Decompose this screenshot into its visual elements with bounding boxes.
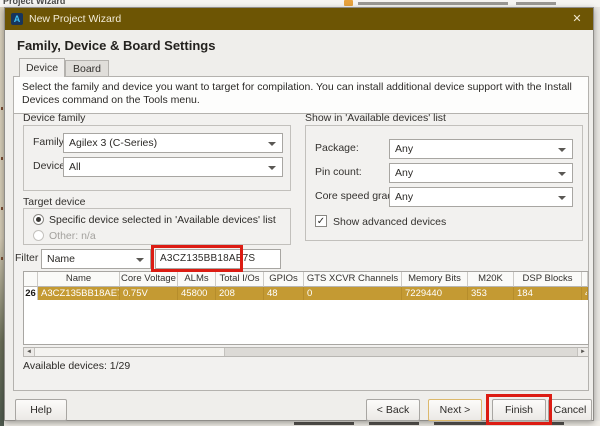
col-total-ios[interactable]: Total I/Os	[216, 272, 264, 287]
device-select[interactable]: All	[63, 157, 283, 177]
cell-gpios: 48	[264, 287, 304, 300]
filter-field-select[interactable]: Name	[41, 249, 151, 269]
show-advanced-label: Show advanced devices	[333, 216, 446, 228]
device-select-value: All	[69, 161, 81, 173]
other-device-label: Other: n/a	[49, 230, 96, 242]
specific-device-radio[interactable]	[33, 214, 44, 225]
package-select[interactable]: Any	[389, 139, 573, 159]
cell-core-voltage: 0.75V	[120, 287, 178, 300]
cell-m20k: 353	[468, 287, 514, 300]
help-button[interactable]: Help	[15, 399, 67, 421]
background-text-fragment	[516, 2, 556, 5]
next-button[interactable]: Next >	[428, 399, 482, 421]
chevron-down-icon	[136, 258, 144, 262]
pin-count-label: Pin count:	[315, 166, 362, 178]
page-title: Family, Device & Board Settings	[17, 38, 215, 53]
dialog-titlebar[interactable]: A New Project Wizard ✕	[5, 8, 593, 30]
package-select-value: Any	[395, 143, 413, 155]
dialog-title: New Project Wizard	[29, 13, 121, 25]
cell-total-ios: 208	[216, 287, 264, 300]
description-text: Select the family and device you want to…	[13, 76, 589, 114]
filter-field-value: Name	[47, 253, 75, 265]
pin-count-select-value: Any	[395, 167, 413, 179]
col-gts-xcvr[interactable]: GTS XCVR Channels	[304, 272, 402, 287]
family-select-value: Agilex 3 (C-Series)	[69, 137, 157, 149]
col-clipped	[582, 272, 588, 287]
col-core-voltage[interactable]: Core Voltage	[120, 272, 178, 287]
cell-clipped: 4	[582, 287, 588, 300]
col-name[interactable]: Name	[38, 272, 120, 287]
background-window-top-sliver: Project Wizard	[0, 0, 600, 7]
other-device-radio[interactable]	[33, 230, 44, 241]
chevron-down-icon	[558, 196, 566, 200]
show-advanced-checkbox[interactable]: ✓	[315, 215, 327, 227]
speed-grade-select[interactable]: Any	[389, 187, 573, 207]
available-devices-table[interactable]: Name Core Voltage ALMs Total I/Os GPIOs …	[23, 271, 589, 345]
table-row-selected[interactable]: 26 A3CZ135BB18AE7S 0.75V 45800 208 48 0 …	[24, 287, 588, 300]
pin-count-select[interactable]: Any	[389, 163, 573, 183]
device-family-group-title: Device family	[23, 112, 85, 124]
table-horizontal-scrollbar[interactable]: ◄ ►	[23, 347, 589, 357]
screen: Project Wizard A New Project Wizard ✕ Fa…	[0, 0, 600, 426]
cell-dsp: 184	[514, 287, 582, 300]
background-text-fragment	[358, 2, 508, 5]
row-number-cell: 26	[24, 287, 38, 300]
specific-device-label: Specific device selected in 'Available d…	[49, 214, 276, 226]
target-device-group-title: Target device	[23, 196, 85, 208]
scrollbar-thumb[interactable]	[224, 348, 581, 356]
chevron-down-icon	[268, 142, 276, 146]
background-window-title-fragment: Project Wizard	[3, 0, 65, 6]
package-label: Package:	[315, 142, 359, 154]
cancel-button[interactable]: Cancel	[548, 399, 592, 421]
row-number-header[interactable]	[24, 272, 38, 287]
tab-board[interactable]: Board	[65, 60, 109, 77]
quartus-logo-icon: A	[11, 13, 23, 25]
cell-gts-xcvr: 0	[304, 287, 402, 300]
col-memory-bits[interactable]: Memory Bits	[402, 272, 468, 287]
cell-name: A3CZ135BB18AE7S	[38, 287, 120, 300]
radio-dot	[36, 217, 41, 222]
show-in-group-title: Show in 'Available devices' list	[305, 112, 446, 124]
scroll-right-icon[interactable]: ►	[577, 348, 588, 356]
back-button[interactable]: < Back	[366, 399, 420, 421]
family-label: Family:	[33, 136, 67, 148]
col-gpios[interactable]: GPIOs	[264, 272, 304, 287]
family-select[interactable]: Agilex 3 (C-Series)	[63, 133, 283, 153]
speed-grade-select-value: Any	[395, 191, 413, 203]
cell-alms: 45800	[178, 287, 216, 300]
tab-device[interactable]: Device	[19, 58, 65, 77]
annotation-finish-highlight	[486, 394, 552, 425]
scroll-left-icon[interactable]: ◄	[24, 348, 35, 356]
background-toolbar-icon	[344, 0, 353, 6]
filter-label: Filter :	[15, 252, 44, 264]
available-devices-count: Available devices: 1/29	[23, 360, 130, 372]
table-header-row: Name Core Voltage ALMs Total I/Os GPIOs …	[24, 272, 588, 287]
chevron-down-icon	[558, 148, 566, 152]
chevron-down-icon	[558, 172, 566, 176]
col-alms[interactable]: ALMs	[178, 272, 216, 287]
close-icon[interactable]: ✕	[569, 11, 585, 27]
cell-memory-bits: 7229440	[402, 287, 468, 300]
new-project-wizard-dialog: A New Project Wizard ✕ Family, Device & …	[4, 7, 594, 421]
annotation-filter-highlight	[151, 245, 243, 272]
chevron-down-icon	[268, 166, 276, 170]
col-dsp-blocks[interactable]: DSP Blocks	[514, 272, 582, 287]
col-m20k[interactable]: M20K	[468, 272, 514, 287]
